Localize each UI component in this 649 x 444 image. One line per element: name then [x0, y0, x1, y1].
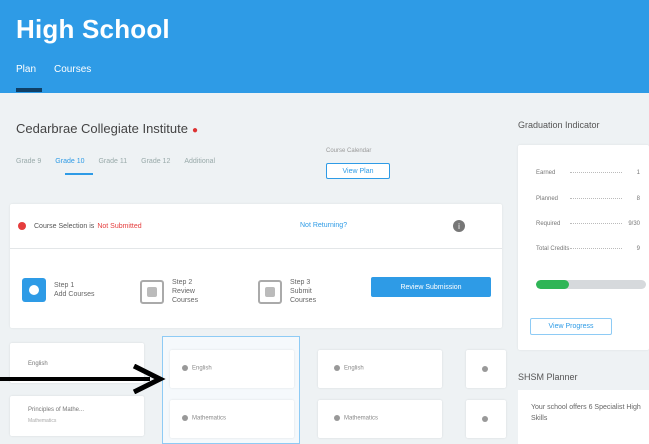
step-3[interactable]: Step 3 Submit Courses [258, 278, 316, 305]
tab-additional[interactable]: Additional [184, 158, 215, 165]
course-slot-english[interactable]: English [170, 350, 294, 388]
info-icon[interactable]: i [453, 220, 465, 232]
course-slot-label: Mathematics [344, 415, 379, 422]
course-slot-label: English [344, 365, 364, 372]
tab-courses[interactable]: Courses [54, 64, 91, 75]
view-progress-button[interactable]: View Progress [530, 318, 612, 335]
shsm-description: Your school offers 6 Specialist High Ski… [531, 404, 641, 422]
course-subject: Mathematics [28, 418, 57, 424]
selection-status: Course Selection is Not Submitted [18, 222, 142, 230]
active-grade-indicator [65, 173, 93, 175]
grad-label: Total Credits [536, 246, 570, 252]
course-dot-icon [482, 416, 488, 422]
status-dot-icon [18, 222, 26, 230]
course-dot-icon [182, 365, 188, 371]
grad-row-total: Total Credits 9 [536, 246, 640, 252]
main-nav: Plan Courses [16, 64, 91, 75]
status-prefix: Course Selection is [34, 222, 95, 230]
graduation-progress-bar [536, 280, 646, 289]
grad-value: 9/30 [628, 221, 640, 227]
step-1-icon [22, 278, 46, 302]
course-slot-partial[interactable] [466, 350, 506, 388]
grad-row-required: Required 9/30 [536, 221, 640, 227]
tab-grade-12[interactable]: Grade 12 [141, 158, 170, 165]
course-slot-math-2[interactable]: Mathematics [318, 400, 442, 438]
course-title: Principles of Mathe... [28, 407, 85, 413]
divider [10, 248, 502, 249]
step-1-title: Step 1 [54, 282, 75, 289]
course-slot-partial-2[interactable] [466, 400, 506, 438]
tab-grade-9[interactable]: Grade 9 [16, 158, 41, 165]
annotation-arrow-icon [0, 364, 166, 394]
app-header: High School Plan Courses [0, 0, 649, 93]
course-dot-icon [334, 365, 340, 371]
course-slot-english-2[interactable]: English [318, 350, 442, 388]
school-name: Cedarbrae Collegiate Institute ● [16, 121, 198, 136]
graduation-indicator-title: Graduation Indicator [518, 120, 600, 130]
grad-row-planned: Planned 8 [536, 196, 640, 202]
view-plan-button[interactable]: View Plan [326, 163, 390, 179]
review-submission-button[interactable]: Review Submission [371, 277, 491, 297]
step-3-line2: Courses [290, 297, 317, 304]
graduation-progress-fill [536, 280, 569, 289]
grad-label: Earned [536, 170, 556, 176]
app-title: High School [16, 14, 170, 44]
course-slot-label: English [192, 365, 212, 372]
grade-tabs: Grade 9 Grade 10 Grade 11 Grade 12 Addit… [16, 158, 215, 165]
not-returning-link[interactable]: Not Returning? [300, 222, 347, 229]
grad-value: 1 [636, 170, 640, 176]
course-slot-math[interactable]: Mathematics [170, 400, 294, 438]
tab-grade-10[interactable]: Grade 10 [55, 158, 84, 165]
school-name-text: Cedarbrae Collegiate Institute [16, 121, 188, 136]
grad-value: 9 [636, 246, 640, 252]
status-value: Not Submitted [97, 222, 142, 230]
tab-plan[interactable]: Plan [16, 64, 36, 75]
grad-label: Required [536, 221, 561, 227]
active-tab-indicator [16, 88, 42, 92]
step-1[interactable]: Step 1 Add Courses [22, 278, 94, 302]
grad-label: Planned [536, 196, 559, 202]
step-2-line2: Courses [172, 297, 199, 304]
course-dot-icon [334, 415, 340, 421]
school-status-dot: ● [192, 125, 199, 136]
course-dot-icon [182, 415, 188, 421]
grad-value: 8 [636, 196, 640, 202]
tab-grade-11[interactable]: Grade 11 [98, 158, 127, 165]
step-1-line1: Add Courses [54, 291, 95, 298]
grad-row-earned: Earned 1 [536, 170, 640, 176]
course-card-math[interactable]: Principles of Mathe... Mathematics [10, 396, 144, 436]
course-slot-label: Mathematics [192, 415, 227, 422]
course-calendar-label: Course Calendar [326, 148, 372, 154]
step-3-icon [258, 279, 282, 304]
shsm-planner-title: SHSM Planner [518, 372, 578, 382]
step-2-icon [140, 279, 164, 304]
step-2[interactable]: Step 2 Review Courses [140, 278, 198, 305]
course-dot-icon [482, 366, 488, 372]
step-2-title: Step 2 [172, 279, 193, 286]
step-3-line1: Submit [290, 288, 312, 295]
step-2-line1: Review [172, 288, 195, 295]
step-3-title: Step 3 [290, 279, 311, 286]
